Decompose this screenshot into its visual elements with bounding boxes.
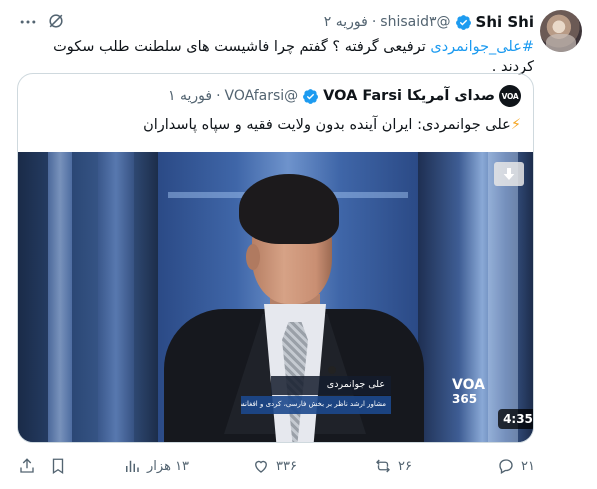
tweet-date[interactable]: فوریه ۲ [324,14,368,30]
lower-third: علی جوانمردی مشاور ارشد ناظر بر بخش فارس… [241,376,416,420]
tweet-card[interactable]: Shi Shi @shisaid۳ · فوریه ۲ #علی_جوانمرد… [0,0,597,489]
like-count: ۳۳۶ [276,458,297,474]
bookmark-icon [52,458,64,475]
action-bar: ۲۱ ۲۶ ۳۳۶ ۱۳ هزار [0,452,597,480]
channel-bug-logo: VOA 365 [452,378,498,414]
quote-header: VOA صدای آمریکا VOA Farsi @VOAfarsi · فو… [168,85,521,107]
tweet-hashtag[interactable]: #علی_جوانمردی [430,39,534,55]
channel-bug-top: VOA [452,377,485,393]
studio-light-panel [48,152,72,442]
share-icon [20,458,34,473]
share-button[interactable] [18,456,36,476]
views-button[interactable]: ۱۳ هزار [123,456,189,476]
header-separator: · [371,14,377,30]
heart-icon [255,460,267,473]
reply-icon [499,459,513,474]
bookmark-button[interactable] [49,456,67,476]
author-avatar[interactable] [540,10,582,52]
quote-text: ⚡علی جوانمردی: ایران آینده بدون ولایت فق… [41,115,521,135]
quoted-tweet[interactable]: VOA صدای آمریکا VOA Farsi @VOAfarsi · فو… [17,73,534,443]
reply-count: ۲۱ [521,458,535,474]
repost-button[interactable]: ۲۶ [374,456,412,476]
author-handle[interactable]: @shisaid۳ [380,14,450,30]
reply-button[interactable]: ۲۱ [497,456,535,476]
lapel-mic [328,366,336,374]
like-button[interactable]: ۳۳۶ [252,456,297,476]
lower-third-name: علی جوانمردی [271,376,391,395]
grok-icon[interactable] [46,11,66,31]
repost-icon [376,459,390,473]
verified-badge-icon [455,14,471,30]
quote-body: علی جوانمردی: ایران آینده بدون ولایت فقی… [143,117,511,133]
voa-avatar[interactable]: VOA [499,85,521,107]
video-duration: 4:35 [498,409,533,429]
channel-bug-bottom: 365 [452,392,478,406]
quote-date[interactable]: فوریه ۱ [168,88,212,104]
quote-header-separator: · [216,88,221,104]
more-options-icon[interactable] [18,12,38,32]
quote-author-handle[interactable]: @VOAfarsi [225,88,299,104]
quote-author-name[interactable]: صدای آمریکا VOA Farsi [323,88,495,104]
video-player[interactable]: علی جوانمردی مشاور ارشد ناظر بر بخش فارس… [18,152,533,442]
download-arrow-icon[interactable] [494,162,524,186]
lower-third-title: مشاور ارشد ناظر بر بخش فارسی، کردی و افغ… [241,396,391,414]
lightning-icon: ⚡ [510,117,521,133]
studio-light-panel [98,152,134,442]
tweet-header: Shi Shi @shisaid۳ · فوریه ۲ [324,12,534,32]
tweet-text: #علی_جوانمردی ترفیعی گرفته ؟ گفتم چرا فا… [34,37,534,77]
quote-verified-badge-icon [303,88,319,104]
author-name[interactable]: Shi Shi [476,13,534,31]
ear [246,244,260,270]
analytics-icon [126,460,139,472]
view-count: ۱۳ هزار [147,458,190,474]
studio-background-left [18,152,158,442]
repost-count: ۲۶ [398,458,412,474]
hair [239,174,339,244]
